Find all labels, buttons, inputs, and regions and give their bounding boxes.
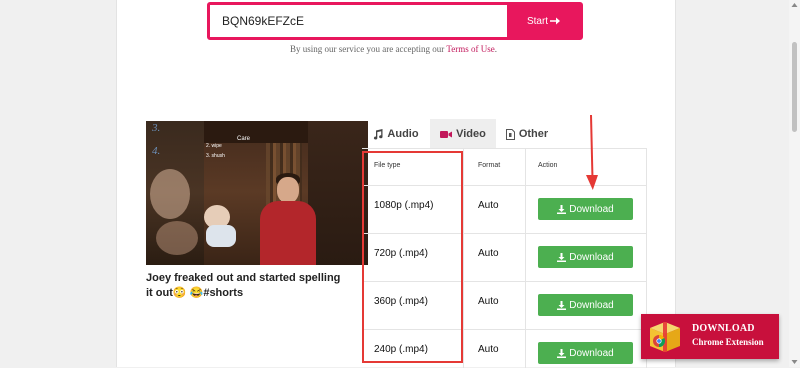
header-action: Action (538, 162, 558, 169)
table-divider (362, 281, 646, 282)
download-icon (557, 252, 567, 262)
download-icon (557, 300, 567, 310)
header-file-type: File type (374, 162, 401, 169)
header-format: Format (478, 162, 501, 169)
tab-other[interactable]: Other (496, 119, 558, 149)
table-divider (362, 233, 646, 234)
row-360p-type: 360p (.mp4) (374, 296, 428, 307)
extension-name-label: Chrome Extension (692, 337, 764, 347)
download-360p-label: Download (569, 299, 614, 311)
row-720p-format: Auto (478, 248, 499, 259)
download-360p-button[interactable]: Download (538, 294, 633, 316)
url-input[interactable] (210, 5, 510, 37)
url-search-box: Start (207, 2, 583, 40)
tab-audio[interactable]: Audio (362, 119, 430, 149)
chrome-extension-box-icon (650, 322, 680, 352)
arrow-right-icon (550, 17, 561, 25)
tab-other-label: Other (518, 128, 549, 140)
download-1080p-button[interactable]: Download (538, 198, 633, 220)
thumb-person-body (260, 201, 316, 265)
chrome-extension-banner[interactable]: DOWNLOAD Chrome Extension (641, 314, 779, 359)
thumb-step-wipe: 2. wipe (206, 143, 222, 149)
video-thumbnail: 3. 4. Care 2. wipe 3. shush (146, 121, 368, 265)
thumb-baby-face (150, 169, 190, 219)
row-1080p-format: Auto (478, 200, 499, 211)
video-camera-icon (440, 130, 453, 138)
table-divider (362, 329, 646, 330)
thumb-bg-right (308, 121, 368, 265)
row-360p-format: Auto (478, 296, 499, 307)
format-tabs: Audio Video Other (362, 119, 646, 149)
download-1080p-label: Download (569, 203, 614, 215)
scroll-up-arrow-icon[interactable] (791, 2, 798, 8)
table-divider (362, 185, 646, 186)
download-240p-button[interactable]: Download (538, 342, 633, 364)
row-240p-format: Auto (478, 344, 499, 355)
thumb-person-head (277, 177, 299, 203)
download-icon (557, 348, 567, 358)
extension-download-label: DOWNLOAD (692, 323, 755, 334)
table-divider (463, 149, 464, 368)
row-240p-type: 240p (.mp4) (374, 344, 428, 355)
terms-suffix: . (494, 44, 497, 54)
table-divider (525, 149, 526, 368)
download-720p-button[interactable]: Download (538, 246, 633, 268)
download-table: File type Format Action 1080p (.mp4) Aut… (362, 148, 647, 368)
row-1080p-type: 1080p (.mp4) (374, 200, 434, 211)
start-label: Start (526, 15, 549, 27)
thumb-baby-body (206, 225, 236, 247)
download-240p-label: Download (569, 347, 614, 359)
terms-of-use-link[interactable]: Terms of Use (446, 44, 494, 54)
tab-audio-label: Audio (387, 128, 419, 140)
video-title: Joey freaked out and started spelling it… (146, 272, 341, 299)
terms-prefix: By using our service you are accepting o… (290, 44, 445, 54)
thumb-baby-face-lower (156, 221, 198, 255)
thumb-number-4: 4. (152, 145, 161, 157)
music-icon (374, 128, 383, 140)
thumb-inner-frame: Care 2. wipe 3. shush (204, 136, 316, 265)
vertical-scrollbar[interactable] (789, 0, 800, 367)
thumb-care-label: Care (237, 136, 251, 142)
start-button[interactable]: Start (507, 5, 580, 37)
thumb-step-shush: 3. shush (206, 153, 225, 159)
scroll-down-arrow-icon[interactable] (791, 359, 798, 365)
download-icon (557, 204, 567, 214)
tab-video-label: Video (456, 128, 486, 140)
terms-notice: By using our service you are accepting o… (0, 44, 787, 54)
file-icon (505, 128, 515, 140)
scrollbar-thumb[interactable] (792, 42, 797, 132)
tab-video[interactable]: Video (430, 119, 496, 149)
annotation-arrow-icon (586, 115, 598, 190)
thumb-number-3: 3. (152, 122, 161, 134)
download-720p-label: Download (569, 251, 614, 263)
row-720p-type: 720p (.mp4) (374, 248, 428, 259)
